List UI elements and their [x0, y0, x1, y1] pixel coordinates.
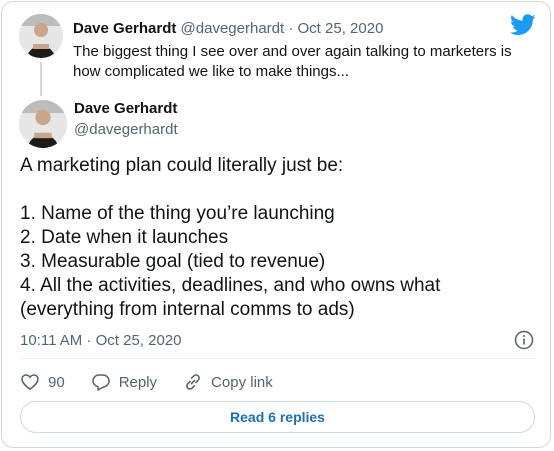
tweet-line-spacer	[20, 178, 530, 202]
avatar[interactable]	[19, 14, 63, 58]
read-replies-button[interactable]: Read 6 replies	[20, 401, 535, 433]
link-icon	[186, 374, 200, 390]
main-author-name[interactable]: Dave Gerhardt	[74, 100, 177, 117]
twitter-bird-icon[interactable]	[510, 14, 536, 36]
parent-tweet-header: Dave Gerhardt @davegerhardt · Oct 25, 20…	[73, 20, 383, 37]
avatar[interactable]	[19, 100, 67, 148]
reply-label: Reply	[118, 373, 158, 391]
tweet-line: 2. Date when it launches	[20, 227, 229, 248]
header-separator: ·	[288, 20, 294, 37]
info-icon[interactable]	[514, 330, 534, 350]
avatar-photo	[19, 14, 63, 58]
avatar-photo	[19, 100, 67, 148]
tweet-line: A marketing plan could literally just be…	[20, 155, 344, 176]
divider	[18, 358, 536, 359]
tweet-line: 4. All the activities, deadlines, and wh…	[20, 275, 441, 320]
copy-link-button[interactable]: Copy link	[183, 372, 273, 392]
copy-link-label: Copy link	[211, 373, 273, 391]
main-author-handle[interactable]: @davegerhardt	[74, 121, 178, 138]
tweet-line: 3. Measurable goal (tied to revenue)	[20, 251, 326, 272]
tweet-actions: 90 Reply Copy link	[20, 370, 273, 394]
parent-author-name[interactable]: Dave Gerhardt	[73, 20, 176, 37]
main-tweet-text: A marketing plan could literally just be…	[20, 154, 530, 322]
like-button[interactable]: 90	[20, 372, 65, 392]
parent-tweet-text: The biggest thing I see over and over ag…	[73, 43, 512, 80]
parent-author-handle[interactable]: @davegerhardt	[181, 20, 285, 37]
tweet-embed-card: Dave Gerhardt @davegerhardt · Oct 25, 20…	[1, 1, 551, 448]
parent-tweet-date[interactable]: Oct 25, 2020	[298, 20, 384, 37]
tweet-line: 1. Name of the thing you’re launching	[20, 203, 335, 224]
like-count: 90	[48, 373, 65, 391]
reply-icon	[91, 374, 110, 391]
heart-icon	[21, 374, 39, 390]
tweet-timestamp[interactable]: 10:11 AM · Oct 25, 2020	[20, 332, 181, 349]
thread-connector-line	[40, 62, 42, 96]
reply-button[interactable]: Reply	[91, 372, 157, 392]
